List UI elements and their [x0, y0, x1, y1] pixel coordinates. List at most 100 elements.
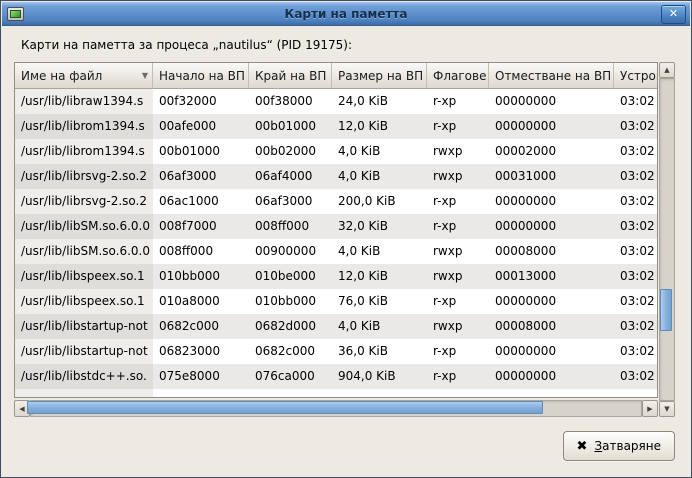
table-cell: 0682c000 [249, 339, 332, 364]
table-cell: 03:02 [614, 114, 657, 139]
table-cell: 06823000 [153, 339, 249, 364]
close-button[interactable]: ✖ Затваряне [563, 431, 675, 461]
table-cell: 00008000 [489, 239, 614, 264]
table-cell: 010a8000 [153, 289, 249, 314]
column-header-4[interactable]: Размер на ВП [332, 63, 427, 89]
table-cell: /usr/lib/libSM.so.6.0.0 [15, 214, 153, 239]
table-cell: 00013000 [489, 264, 614, 289]
table-cell: 200,0 KiB [332, 189, 427, 214]
scroll-up-icon[interactable]: ▲ [659, 62, 675, 78]
table-cell: 00900000 [249, 239, 332, 264]
table-cell: 76,0 KiB [332, 289, 427, 314]
table-row[interactable]: /usr/lib/libstartup-not068230000682c0003… [15, 339, 657, 364]
table-row[interactable]: /usr/lib/libspeex.so.1010a8000010bb00076… [15, 289, 657, 314]
table-cell: 008ff000 [153, 239, 249, 264]
table-cell: 010bb000 [153, 264, 249, 289]
column-header-5[interactable]: Флагове [427, 63, 489, 89]
table-cell: 00f38000 [249, 89, 332, 114]
column-header-label: Име на файл [21, 69, 102, 83]
table-cell: /usr/lib/libraw1394.s [15, 89, 153, 114]
scroll-right-icon[interactable]: ▶ [642, 400, 658, 417]
column-header-3[interactable]: Край на ВП [249, 63, 332, 89]
table-cell: 00008000 [489, 314, 614, 339]
table-cell: r-xp [427, 189, 489, 214]
table-cell: /usr/lib/libstartup-not [15, 339, 153, 364]
table-row[interactable]: /usr/lib/libSM.so.6.0.0008ff000009000004… [15, 239, 657, 264]
table-cell: r-xp [427, 339, 489, 364]
table-cell: 00002000 [489, 139, 614, 164]
horizontal-scrollbar[interactable]: ◀ ▶ [14, 400, 658, 417]
table-cell: 03:02 [614, 239, 657, 264]
table-row[interactable]: /usr/lib/librom1394.s00afe00000b0100012,… [15, 114, 657, 139]
column-header-7[interactable]: Устрой [614, 63, 657, 89]
table-cell: 06af3000 [249, 189, 332, 214]
table-cell: 03:02 [614, 214, 657, 239]
table-cell: /usr/lib/libspeex.so.1 [15, 289, 153, 314]
column-header-label: Устрой [620, 69, 657, 83]
table-cell: 00b01000 [153, 139, 249, 164]
table-row[interactable]: /usr/lib/libstdc++.so.075e8000076ca00090… [15, 364, 657, 389]
column-header-label: Отместване на ВП [495, 69, 611, 83]
window-title: Карти на паметта [2, 7, 690, 21]
table-cell: 00000000 [489, 289, 614, 314]
table-cell: 03:02 [614, 339, 657, 364]
table-cell: r-xp [427, 214, 489, 239]
titlebar[interactable]: Карти на паметта ✕ [2, 2, 690, 26]
table-row[interactable]: /usr/lib/libSM.so.6.0.0008f7000008ff0003… [15, 214, 657, 239]
horizontal-scrollbar-thumb[interactable] [27, 401, 543, 414]
table-cell: /usr/lib/librom1394.s [15, 139, 153, 164]
table-cell: 00000000 [489, 339, 614, 364]
table-cell: rwxp [427, 314, 489, 339]
table-cell: 06ac1000 [153, 189, 249, 214]
vertical-scrollbar-thumb[interactable] [660, 289, 672, 331]
window-close-icon[interactable]: ✕ [661, 5, 686, 24]
table-cell: /usr/lib/librom1394.s [15, 114, 153, 139]
table-cell: 03:02 [614, 289, 657, 314]
scroll-down-icon[interactable]: ▼ [659, 401, 675, 417]
table-row[interactable]: /usr/lib/libspeex.so.1010bb000010be00012… [15, 264, 657, 289]
memory-maps-dialog: Карти на паметта ✕ Карти на паметта за п… [0, 0, 692, 478]
column-header-label: Размер на ВП [338, 69, 423, 83]
table-cell: 00000000 [489, 189, 614, 214]
process-description-label: Карти на паметта за процеса „nautilus“ (… [21, 38, 352, 52]
column-header-1[interactable]: Име на файл▼ [15, 63, 153, 89]
table-cell: 00b01000 [249, 114, 332, 139]
table-cell: 00000000 [489, 114, 614, 139]
table-row[interactable]: /usr/lib/libraw1394.s00f3200000f3800024,… [15, 89, 657, 114]
column-header-2[interactable]: Начало на ВП [153, 63, 249, 89]
table-cell: 32,0 KiB [332, 214, 427, 239]
table-cell: 4,0 KiB [332, 314, 427, 339]
table-cell: 008ff000 [249, 214, 332, 239]
vertical-scrollbar[interactable]: ▲ ▼ [659, 62, 675, 417]
table-cell: 03:02 [614, 364, 657, 389]
table-row[interactable]: /usr/lib/librsvg-2.so.206ac100006af30002… [15, 189, 657, 214]
table-row[interactable]: /usr/lib/librom1394.s00b0100000b020004,0… [15, 139, 657, 164]
table-row[interactable]: /usr/lib/librsvg-2.so.206af300006af40004… [15, 164, 657, 189]
table-cell: 12,0 KiB [332, 264, 427, 289]
table-cell: 36,0 KiB [332, 339, 427, 364]
table-cell: rwxp [427, 239, 489, 264]
vertical-scrollbar-trough[interactable] [659, 78, 675, 401]
column-header-6[interactable]: Отместване на ВП [489, 63, 614, 89]
close-button-label: Затваряне [594, 439, 661, 453]
table-cell: 03:02 [614, 189, 657, 214]
table-cell: 03:02 [614, 164, 657, 189]
table-cell: 24,0 KiB [332, 89, 427, 114]
table-cell: /usr/lib/librsvg-2.so.2 [15, 189, 153, 214]
table-cell: /usr/lib/libSM.so.6.0.0 [15, 239, 153, 264]
table-cell: r-xp [427, 89, 489, 114]
table-header: Име на файл▼ Начало на ВП Край на ВП Размер… [15, 63, 657, 89]
table-cell: /usr/lib/libspeex.so.1 [15, 264, 153, 289]
table-cell: /usr/lib/libstartup-not [15, 314, 153, 339]
table-cell: rwxp [427, 164, 489, 189]
column-header-label: Начало на ВП [159, 69, 245, 83]
table-cell: 00000000 [489, 89, 614, 114]
table-cell: 008f7000 [153, 214, 249, 239]
table-cell: 03:02 [614, 139, 657, 164]
table-row[interactable]: /usr/lib/libstartup-not0682c0000682d0004… [15, 314, 657, 339]
table-row-partial[interactable] [15, 389, 657, 398]
column-header-label: Край на ВП [255, 69, 326, 83]
table-cell: rwxp [427, 264, 489, 289]
table-cell: 06af4000 [249, 164, 332, 189]
table-cell: 00000000 [489, 364, 614, 389]
